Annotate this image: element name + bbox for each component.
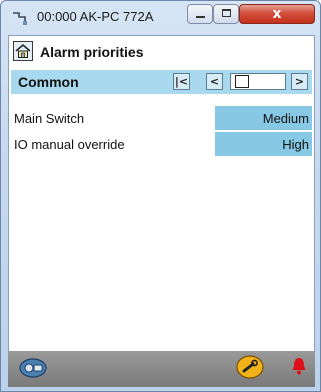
app-icon: [13, 12, 27, 25]
status-footer: [8, 351, 315, 387]
minimize-button[interactable]: [187, 4, 213, 24]
controller-icon[interactable]: [18, 357, 48, 379]
maximize-icon: [222, 9, 231, 17]
wrench-icon[interactable]: [236, 355, 264, 379]
parameter-label: Main Switch: [14, 111, 85, 126]
next-page-icon: >: [294, 75, 305, 88]
parameter-value-field[interactable]: High: [215, 132, 312, 156]
parameter-value-field[interactable]: Medium: [215, 106, 312, 130]
scroll-thumb[interactable]: [235, 75, 249, 88]
close-icon: x: [272, 6, 282, 22]
parameter-row-io-manual-override: IO manual override High: [11, 132, 312, 156]
page-scrollbar[interactable]: [230, 73, 286, 90]
client-area: Alarm priorities Common |< < > Main Swit…: [8, 35, 315, 386]
first-page-button[interactable]: |<: [173, 73, 190, 90]
scroll-track-fill: [249, 75, 283, 88]
close-button[interactable]: x: [239, 4, 315, 24]
window-controls: x: [187, 4, 315, 26]
app-window: 00:000 AK-PC 772A x Alarm priorities Com…: [0, 0, 321, 392]
maximize-button[interactable]: [213, 4, 239, 24]
next-page-button[interactable]: >: [291, 73, 308, 90]
home-icon: [15, 44, 31, 58]
page-header: Alarm priorities: [11, 40, 312, 64]
previous-page-button[interactable]: <: [206, 73, 223, 90]
parameter-value: Medium: [262, 111, 309, 126]
alarm-bell-icon[interactable]: [291, 357, 307, 375]
parameter-row-main-switch: Main Switch Medium: [11, 106, 312, 130]
minimize-icon: [196, 16, 205, 18]
parameter-value: High: [282, 137, 309, 152]
section-bar: Common |< < >: [11, 70, 312, 94]
section-label: Common: [18, 74, 79, 90]
title-bar[interactable]: 00:000 AK-PC 772A x: [1, 1, 320, 33]
home-button[interactable]: [13, 41, 33, 61]
previous-page-icon: <: [209, 75, 220, 88]
parameter-label: IO manual override: [14, 137, 125, 152]
first-page-icon: |<: [174, 75, 189, 88]
window-title: 00:000 AK-PC 772A: [37, 9, 154, 24]
page-title: Alarm priorities: [40, 44, 144, 60]
